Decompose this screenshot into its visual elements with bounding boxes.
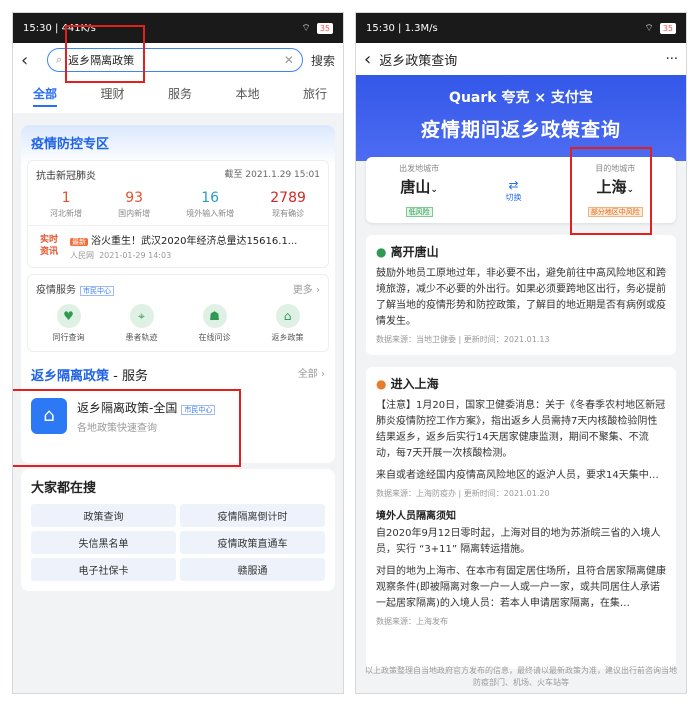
switch-button[interactable]: ⇄ 切换 [505, 178, 521, 203]
location-pin-icon: ● [376, 245, 387, 259]
enter-city-card: ● 进入上海 【注意】1月20日，国家卫健委消息：关于《冬春季农村地区新冠肺炎疫… [366, 367, 676, 669]
citizen-center-badge: 市民中心 [80, 286, 114, 296]
enter-source: 数据来源：上海防疫办 | 更新时间：2021.01.20 [376, 489, 550, 498]
tab-travel[interactable]: 旅行 [303, 85, 327, 107]
wifi-icon: ⌔ [644, 22, 654, 34]
search-button[interactable]: 搜索 [311, 52, 335, 69]
news-time: 2021-01-29 14:03 [99, 251, 172, 260]
overseas-text: 自2020年9月12日零时起，上海对目的地为苏浙皖三省的入境人员，实行 “3+1… [376, 528, 661, 555]
service-travel-query[interactable]: ♥ 同行查询 [39, 304, 99, 343]
tab-service[interactable]: 服务 [168, 85, 192, 107]
clear-icon[interactable]: ✕ [284, 53, 294, 67]
highlight-box-destination [570, 147, 652, 235]
stats-deadline: 截至 2021.1.29 15:01 [224, 170, 320, 180]
covid-subtitle: 抗击新冠肺炎 [36, 171, 96, 182]
hot-search-item[interactable]: 失信黑名单 [31, 531, 176, 554]
hot-search-item[interactable]: 政策查询 [31, 504, 176, 527]
enter-title: 进入上海 [390, 377, 439, 391]
status-bar: 15:30 | 1.3M/s ⌔ 35 [356, 13, 686, 43]
swap-icon: ⇄ [508, 177, 519, 192]
battery-icon: 35 [659, 22, 676, 34]
news-source: 人民网 [70, 251, 94, 260]
house-person-icon: ⌂ [275, 304, 300, 328]
doctor-icon: ☗ [202, 304, 227, 328]
service-return-policy[interactable]: ⌂ 返乡政策 [258, 304, 318, 343]
chevron-down-icon: ⌄ [430, 184, 438, 195]
stat-imported-new: 16 境外输入新增 [186, 190, 235, 218]
overseas-subtitle: 境外人员隔离须知 [376, 511, 456, 522]
hot-search-item[interactable]: 赣服通 [180, 558, 325, 581]
epidemic-zone-card: 疫情防控专区 抗击新冠肺炎 截至 2021.1.29 15:01 1 河北新增 9… [21, 125, 335, 367]
page-title: 返乡政策查询 [379, 53, 458, 69]
wifi-icon: ⌔ [301, 22, 311, 34]
search-icon: ⌕ [56, 53, 63, 66]
leave-source: 数据来源：当地卫健委 | 更新时间：2021.01.13 [376, 335, 550, 344]
left-phone-screen: 15:30 | 441K/s ⌔ 35 ‹ ⌕ 返乡隔离政策 ✕ 搜索 全部 理财… [12, 12, 344, 694]
enter-policy-notice: 【注意】1月20日，国家卫健委消息：关于《冬春季农村地区新冠肺炎疫情防控工作方案… [376, 400, 666, 459]
more-link[interactable]: 更多 › [293, 281, 320, 296]
more-menu-icon[interactable]: ··· [666, 52, 678, 67]
tab-local[interactable]: 本地 [235, 85, 259, 107]
news-title: 浴火重生！武汉2020年经济总量达15616.1... [91, 236, 298, 247]
stat-current-confirmed: 2789 现有确诊 [270, 190, 306, 218]
page-header: ‹ 返乡政策查询 ··· [356, 43, 686, 75]
battery-icon: 35 [316, 22, 333, 34]
highlight-box-policy [13, 389, 241, 467]
epidemic-services-panel: 疫情服务 市民中心 更多 › ♥ 同行查询 ⌖ 患者轨迹 ☗ 在线问诊 ⌂ 返乡政策 [27, 274, 329, 352]
partner-logos: Quark 夸克 × 支付宝 [449, 90, 593, 106]
hot-search-title: 大家都在搜 [31, 481, 97, 496]
status-time: 15:30 [366, 22, 395, 34]
policy-title-blue: 返乡隔离政策 [31, 369, 110, 384]
from-risk-badge: 低风险 [405, 206, 433, 217]
category-tabs: 全部 理财 服务 本地 旅行 [13, 77, 343, 113]
news-item[interactable]: 实时资讯 最新 浴火重生！武汉2020年经济总量达15616.1... 人民网 2… [28, 225, 328, 267]
search-bar: ‹ ⌕ 返乡隔离政策 ✕ 搜索 [13, 43, 343, 77]
news-tag: 最新 [70, 238, 88, 246]
leave-policy-text: 鼓励外地员工原地过年，非必要不出，避免前往中高风险地区和跨境旅游，减少不必要的外… [376, 268, 666, 327]
overseas-source: 数据来源：上海发布 [376, 617, 448, 626]
services-title: 疫情服务 [36, 285, 76, 296]
leave-title: 离开唐山 [390, 245, 439, 259]
hot-search-item[interactable]: 疫情政策直通车 [180, 531, 325, 554]
status-bar: 15:30 | 441K/s ⌔ 35 [13, 13, 343, 43]
service-online-consult[interactable]: ☗ 在线问诊 [185, 304, 245, 343]
policy-all-link[interactable]: 全部 › [298, 365, 325, 384]
status-time: 15:30 [23, 22, 52, 34]
hot-search-item[interactable]: 电子社保卡 [31, 558, 176, 581]
disclaimer-footer: 以上政策整理自当地政府官方发布的信息，最终请以最新政策为准，建议出行前咨询当地防… [365, 666, 677, 687]
realtime-news-icon: 实时资讯 [39, 234, 58, 257]
policy-title-rest: - 服务 [109, 369, 148, 384]
enter-policy-text: 来自或者途经国内疫情高风险地区的返沪人员，要求14天集中… [376, 470, 659, 481]
covid-stats-panel[interactable]: 抗击新冠肺炎 截至 2021.1.29 15:01 1 河北新增 93 国内新增 1… [27, 160, 329, 268]
status-speed: 1.3M/s [404, 22, 438, 34]
location-pin-icon: ⌖ [129, 304, 154, 328]
stat-domestic-new: 93 国内新增 [118, 190, 151, 218]
back-arrow-icon[interactable]: ‹ [21, 50, 39, 71]
right-phone-screen: 15:30 | 1.3M/s ⌔ 35 ‹ 返乡政策查询 ··· Quark 夸克 … [355, 12, 687, 694]
highlight-box-search [65, 25, 145, 83]
overseas-detail: 对目的地为上海市、在本市有固定居住场所，且符合居家隔离健康观察条件(即被隔离对象… [376, 566, 666, 609]
heart-shield-icon: ♥ [56, 304, 81, 328]
stat-hebei-new: 1 河北新增 [50, 190, 83, 218]
back-arrow-icon[interactable]: ‹ [364, 49, 371, 70]
banner-title: 疫情期间返乡政策查询 [420, 119, 621, 141]
tab-all[interactable]: 全部 [33, 85, 58, 107]
from-city-selector[interactable]: 出发地城市 唐山⌄ 低风险 [399, 163, 439, 218]
epidemic-zone-title: 疫情防控专区 [31, 137, 110, 152]
tab-finance[interactable]: 理财 [100, 85, 124, 107]
service-patient-track[interactable]: ⌖ 患者轨迹 [112, 304, 172, 343]
hot-search-card: 大家都在搜 政策查询 疫情隔离倒计时 失信黑名单 疫情政策直通车 电子社保卡 赣… [21, 469, 335, 591]
from-city-name: 唐山 [400, 177, 431, 196]
location-pin-icon: ● [376, 377, 387, 391]
hot-search-item[interactable]: 疫情隔离倒计时 [180, 504, 325, 527]
leave-city-card: ● 离开唐山 鼓励外地员工原地过年，非必要不出，避免前往中高风险地区和跨境旅游，… [366, 235, 676, 355]
